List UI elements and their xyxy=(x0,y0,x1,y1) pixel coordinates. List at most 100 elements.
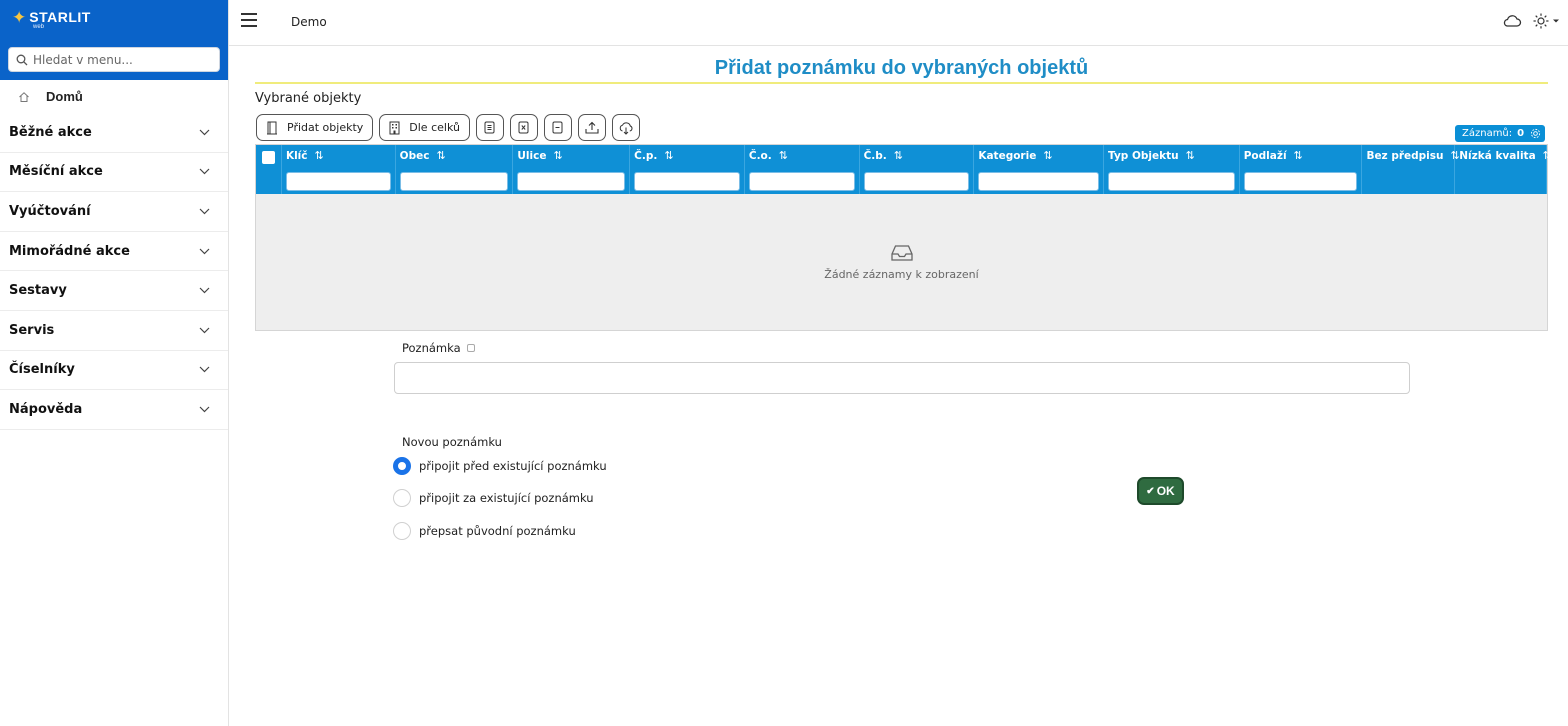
grid-column: Č.o. ⇅ xyxy=(745,145,860,194)
details-button[interactable] xyxy=(475,114,504,141)
sidebar-item-label: Měsíční akce xyxy=(9,164,103,180)
column-header[interactable]: Bez předpisu ⇅ xyxy=(1366,149,1459,162)
radio-button[interactable] xyxy=(393,522,411,540)
sidebar-item[interactable]: Sestavy xyxy=(0,271,228,311)
column-header-label: Ulice xyxy=(517,149,547,162)
clear-button[interactable] xyxy=(543,114,572,141)
sort-icon[interactable]: ⇅ xyxy=(664,149,673,162)
chevron-down-icon xyxy=(199,129,210,136)
by-units-label: Dle celků xyxy=(409,121,460,134)
sort-icon[interactable]: ⇅ xyxy=(1186,149,1195,162)
sort-icon[interactable]: ⇅ xyxy=(315,149,324,162)
chevron-down-icon xyxy=(199,406,210,413)
sort-icon[interactable]: ⇅ xyxy=(1043,149,1052,162)
column-header[interactable]: Ulice ⇅ xyxy=(517,149,562,162)
hamburger-menu-icon[interactable] xyxy=(241,13,257,31)
column-filter-input[interactable] xyxy=(285,172,391,191)
column-header-label: Bez předpisu xyxy=(1366,149,1444,162)
grid-column: Bez předpisu ⇅ xyxy=(1362,145,1460,194)
cloud-icon[interactable] xyxy=(1502,13,1522,29)
info-icon xyxy=(466,344,475,352)
logo-subtext: web xyxy=(33,24,45,30)
column-filter-input[interactable] xyxy=(1243,172,1358,191)
grid-column: Kategorie ⇅ xyxy=(974,145,1105,194)
sidebar-item-home[interactable]: Domů xyxy=(0,80,228,113)
chevron-down-icon xyxy=(199,287,210,294)
page-title: Přidat poznámku do vybraných objektů xyxy=(714,57,1089,79)
grid-select-column xyxy=(256,145,282,194)
column-filter-input[interactable] xyxy=(863,172,970,191)
app-logo[interactable]: ✦ STARLIT web xyxy=(12,9,91,31)
menu-search-input[interactable] xyxy=(33,52,213,67)
grid-column: Podlaží ⇅ xyxy=(1240,145,1363,194)
by-units-button[interactable]: Dle celků xyxy=(379,114,470,141)
sidebar-item-label: Mimořádné akce xyxy=(9,243,130,259)
column-filter-input[interactable] xyxy=(978,172,1100,191)
sort-icon[interactable]: ⇅ xyxy=(553,149,562,162)
add-objects-button[interactable]: Přidat objekty xyxy=(256,114,374,141)
column-header[interactable]: Podlaží ⇅ xyxy=(1244,149,1303,162)
document-minus-icon xyxy=(552,121,563,134)
remove-selected-button[interactable] xyxy=(509,114,538,141)
grid-toolbar: Přidat objekty Dle celků xyxy=(256,114,640,141)
column-header-label: Klíč xyxy=(285,149,308,162)
theme-switcher[interactable] xyxy=(1533,13,1560,29)
column-header[interactable]: Nízká kvalita ⇅ xyxy=(1459,149,1552,162)
column-header[interactable]: Č.p. ⇅ xyxy=(634,149,673,162)
sort-icon[interactable]: ⇅ xyxy=(436,149,445,162)
sidebar-item[interactable]: Běžné akce xyxy=(0,113,228,153)
note-label: Poznámka xyxy=(402,341,475,355)
ok-label: OK xyxy=(1156,484,1175,498)
new-note-option[interactable]: přepsat původní poznámku xyxy=(393,522,576,540)
new-note-option[interactable]: připojit za existující poznámku xyxy=(393,489,594,507)
sidebar-item[interactable]: Nápověda xyxy=(0,390,228,430)
column-filter-input[interactable] xyxy=(634,172,740,191)
grid-header: Klíč ⇅ Obec ⇅ Ulice ⇅ Č.p. ⇅ Č.o. ⇅ Č.b. ⇅ Kategorie… xyxy=(256,145,1552,194)
grid-column: Č.b. ⇅ xyxy=(860,145,975,194)
caret-down-icon xyxy=(1553,19,1559,23)
ok-button[interactable]: ✔ OK xyxy=(1137,477,1184,505)
column-header-label: Kategorie xyxy=(978,149,1037,162)
grid-column: Typ Objektu ⇅ xyxy=(1104,145,1240,194)
note-textarea[interactable] xyxy=(394,362,1410,394)
select-all-checkbox[interactable] xyxy=(262,151,275,164)
column-filter-input[interactable] xyxy=(399,172,509,191)
section-label: Vybrané objekty xyxy=(255,91,362,106)
column-header[interactable]: Č.o. ⇅ xyxy=(749,149,788,162)
column-header[interactable]: Typ Objektu ⇅ xyxy=(1108,149,1195,162)
column-header[interactable]: Č.b. ⇅ xyxy=(864,149,903,162)
brand-label: Demo xyxy=(291,15,327,29)
sort-icon[interactable]: ⇅ xyxy=(894,149,903,162)
column-header[interactable]: Klíč ⇅ xyxy=(286,149,324,162)
sidebar-item[interactable]: Měsíční akce xyxy=(0,153,228,193)
home-icon xyxy=(19,91,29,102)
column-header[interactable]: Kategorie ⇅ xyxy=(978,149,1052,162)
sidebar-item[interactable]: Číselníky xyxy=(0,351,228,391)
chevron-down-icon xyxy=(199,208,210,215)
top-bar: Demo xyxy=(229,0,1568,46)
column-filter-input[interactable] xyxy=(517,172,626,191)
sort-icon[interactable]: ⇅ xyxy=(1543,149,1552,162)
new-note-option[interactable]: připojit před existující poznámku xyxy=(393,457,607,475)
cloud-download-button[interactable] xyxy=(611,114,640,141)
gear-icon[interactable] xyxy=(1530,128,1541,139)
objects-grid: Klíč ⇅ Obec ⇅ Ulice ⇅ Č.p. ⇅ Č.o. ⇅ Č.b. ⇅ Kategorie… xyxy=(255,144,1552,331)
sidebar-item[interactable]: Vyúčtování xyxy=(0,192,228,232)
sidebar-item-label: Sestavy xyxy=(9,283,67,299)
column-header-label: Č.b. xyxy=(863,149,887,162)
menu-search[interactable] xyxy=(8,47,220,72)
radio-button[interactable] xyxy=(393,457,411,475)
sort-icon[interactable]: ⇅ xyxy=(779,149,788,162)
column-filter-input[interactable] xyxy=(1108,172,1235,191)
grid-column: Ulice ⇅ xyxy=(513,145,631,194)
sort-icon[interactable]: ⇅ xyxy=(1294,149,1303,162)
column-header-label: Č.o. xyxy=(748,149,772,162)
upload-button[interactable] xyxy=(577,114,606,141)
radio-button[interactable] xyxy=(393,489,411,507)
sidebar-item[interactable]: Servis xyxy=(0,311,228,351)
sidebar-item[interactable]: Mimořádné akce xyxy=(0,232,228,272)
column-filter-input[interactable] xyxy=(748,172,855,191)
logo-text: STARLIT xyxy=(29,9,91,25)
cloud-download-icon xyxy=(619,121,633,135)
column-header[interactable]: Obec ⇅ xyxy=(400,149,446,162)
